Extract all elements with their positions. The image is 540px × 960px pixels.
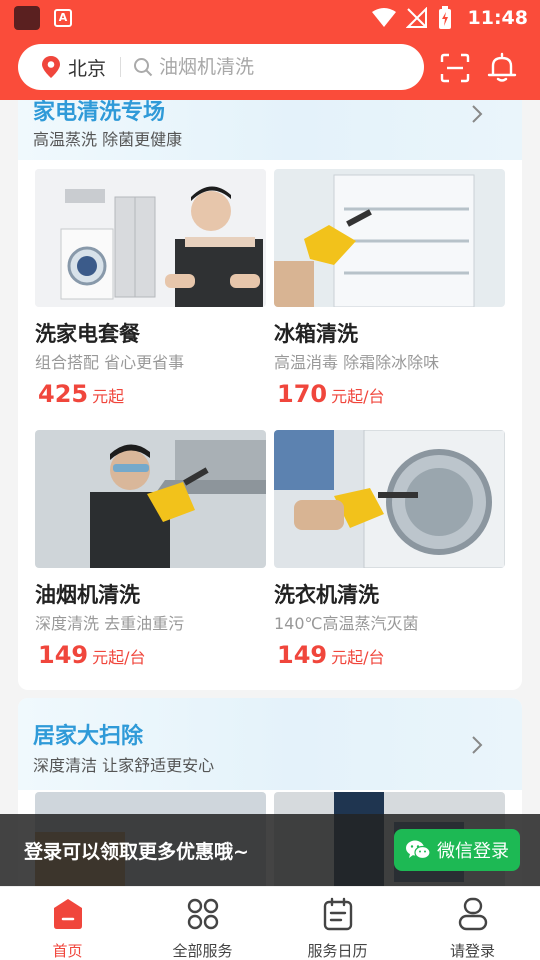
appliance-cleaning-card: 家电清洗专场 高温蒸洗 除菌更健康 洗家电套餐 组合搭配 省心更省事 425 元… xyxy=(18,100,522,690)
wechat-login-button[interactable]: 微信登录 xyxy=(394,829,520,871)
section-subtitle: 高温蒸洗 除菌更健康 xyxy=(33,130,183,149)
user-icon xyxy=(458,897,487,931)
price-row: 149 元起/台 xyxy=(274,641,505,669)
appliance-package-image xyxy=(35,169,266,307)
service-item[interactable]: 油烟机清洗 深度清洗 去重油重污 149 元起/台 xyxy=(35,430,266,669)
signal-icon xyxy=(405,7,427,28)
service-price: 149 xyxy=(277,641,328,669)
price-unit: 元起/台 xyxy=(331,648,385,667)
price-unit: 元起 xyxy=(92,387,125,406)
price-unit: 元起/台 xyxy=(331,387,385,406)
chevron-right-icon[interactable] xyxy=(470,734,484,756)
service-desc: 高温消毒 除霜除冰除味 xyxy=(274,353,440,372)
fridge-cleaning-image xyxy=(274,169,505,307)
tab-service-calendar[interactable]: 服务日历 xyxy=(270,887,405,960)
login-prompt-text: 登录可以领取更多优惠哦~ xyxy=(24,841,249,863)
status-bar: A 11:48 xyxy=(0,0,540,36)
service-item[interactable]: 洗家电套餐 组合搭配 省心更省事 425 元起 xyxy=(35,169,266,408)
grid-icon xyxy=(187,898,218,930)
service-title: 洗衣机清洗 xyxy=(274,583,379,607)
content-scroll[interactable]: 家电清洗专场 高温蒸洗 除菌更健康 洗家电套餐 组合搭配 省心更省事 425 元… xyxy=(0,100,540,886)
wechat-icon xyxy=(406,840,431,860)
calendar-icon xyxy=(323,897,352,931)
price-row: 170 元起/台 xyxy=(274,380,505,408)
price-unit: 元起/台 xyxy=(92,648,146,667)
status-time: 11:48 xyxy=(467,7,528,29)
notification-icon: A xyxy=(54,9,72,27)
service-item[interactable]: 洗衣机清洗 140℃高温蒸汽灭菌 149 元起/台 xyxy=(274,430,505,669)
chevron-right-icon[interactable] xyxy=(470,103,484,125)
service-price: 170 xyxy=(277,380,328,408)
service-title: 油烟机清洗 xyxy=(35,583,140,607)
tab-home[interactable]: 首页 xyxy=(0,887,135,960)
section-header[interactable]: 居家大扫除 深度清洁 让家舒适更安心 xyxy=(18,698,522,790)
tab-label: 请登录 xyxy=(449,942,495,960)
wechat-login-label: 微信登录 xyxy=(437,841,509,862)
section-header[interactable]: 家电清洗专场 高温蒸洗 除菌更健康 xyxy=(18,100,522,160)
price-row: 149 元起/台 xyxy=(35,641,266,669)
wifi-icon xyxy=(371,8,396,27)
search-icon xyxy=(133,57,153,77)
tab-all-services[interactable]: 全部服务 xyxy=(135,887,270,960)
scan-icon[interactable] xyxy=(440,53,470,83)
section-subtitle: 深度清洁 让家舒适更安心 xyxy=(33,756,215,775)
app-icon xyxy=(14,6,40,30)
section-title: 家电清洗专场 xyxy=(33,100,166,125)
location-pin-icon[interactable] xyxy=(40,55,62,79)
tab-label: 首页 xyxy=(52,942,83,960)
search-input[interactable] xyxy=(159,56,360,78)
status-icons: 11:48 xyxy=(371,0,528,36)
header: 北京 xyxy=(0,36,540,100)
search-bar[interactable]: 北京 xyxy=(18,44,424,90)
tab-label: 服务日历 xyxy=(307,942,368,960)
range-hood-cleaning-image xyxy=(35,430,266,568)
bottom-tab-bar: 首页 全部服务 服务日历 请登录 xyxy=(0,886,540,960)
price-row: 425 元起 xyxy=(35,380,266,408)
tab-label: 全部服务 xyxy=(172,942,233,960)
service-desc: 深度清洗 去重油重污 xyxy=(35,614,185,633)
divider xyxy=(120,57,122,77)
battery-icon xyxy=(438,6,451,29)
service-title: 冰箱清洗 xyxy=(274,322,358,346)
service-desc: 140℃高温蒸汽灭菌 xyxy=(274,614,419,633)
washer-cleaning-image xyxy=(274,430,505,568)
service-title: 洗家电套餐 xyxy=(35,322,140,346)
home-icon xyxy=(53,899,82,929)
city-selector[interactable]: 北京 xyxy=(68,54,106,81)
service-desc: 组合搭配 省心更省事 xyxy=(35,353,185,372)
service-item[interactable]: 冰箱清洗 高温消毒 除霜除冰除味 170 元起/台 xyxy=(274,169,505,408)
service-price: 149 xyxy=(38,641,89,669)
service-price: 425 xyxy=(38,380,89,408)
tab-login[interactable]: 请登录 xyxy=(405,887,540,960)
login-prompt-bar: 登录可以领取更多优惠哦~ 微信登录 xyxy=(0,814,540,886)
bell-icon[interactable] xyxy=(486,51,518,83)
section-title: 居家大扫除 xyxy=(33,724,144,749)
